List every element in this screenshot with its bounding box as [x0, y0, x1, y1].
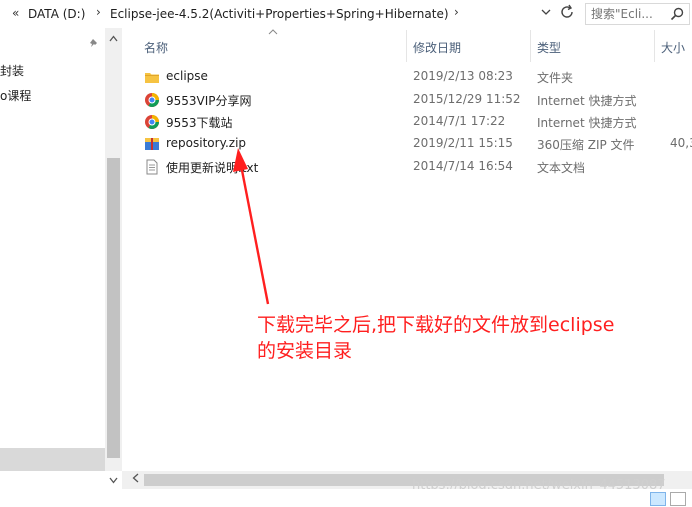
address-bar-row: « DATA (D:) › Eclipse-jee-4.5.2(Activiti…: [0, 0, 692, 28]
file-row[interactable]: repository.zip 2019/2/11 15:15 360压缩 ZIP…: [122, 133, 692, 155]
large-icons-view-icon[interactable]: [670, 492, 686, 506]
file-date: 2014/7/14 16:54: [413, 159, 513, 173]
internet-shortcut-icon: [144, 92, 160, 108]
search-icon[interactable]: [669, 6, 685, 22]
column-divider[interactable]: [406, 30, 407, 62]
file-date: 2019/2/11 15:15: [413, 136, 513, 150]
breadcrumb-chevron-icon[interactable]: ›: [454, 5, 459, 19]
scroll-left-icon[interactable]: [132, 473, 139, 486]
file-name: 9553VIP分享网: [166, 94, 252, 108]
file-row[interactable]: eclipse 2019/2/13 08:23 文件夹: [122, 66, 692, 88]
file-name: 使用更新说明.txt: [166, 161, 259, 175]
column-header-name[interactable]: 名称: [144, 39, 168, 56]
nav-scrollbar-thumb[interactable]: [107, 158, 120, 458]
annotation-text: 下载完毕之后,把下载好的文件放到eclipse 的安装目录: [257, 312, 687, 364]
file-row[interactable]: 9553下载站 2014/7/1 17:22 Internet 快捷方式: [122, 111, 692, 133]
breadcrumb-folder[interactable]: Eclipse-jee-4.5.2(Activiti+Properties+Sp…: [110, 7, 449, 21]
file-row[interactable]: 9553VIP分享网 2015/12/29 11:52 Internet 快捷方…: [122, 89, 692, 111]
navigation-pane: 封装 o课程: [0, 28, 105, 471]
file-type: 360压缩 ZIP 文件: [537, 138, 635, 152]
status-bar: [0, 489, 692, 507]
column-header-date[interactable]: 修改日期: [413, 39, 461, 56]
internet-shortcut-icon: [144, 114, 160, 130]
search-input[interactable]: [591, 7, 669, 21]
pin-icon[interactable]: [89, 38, 101, 53]
file-type: Internet 快捷方式: [537, 94, 637, 108]
file-type: Internet 快捷方式: [537, 116, 637, 130]
scroll-down-icon[interactable]: [109, 476, 118, 487]
refresh-icon[interactable]: [558, 4, 576, 22]
column-divider[interactable]: [654, 30, 655, 62]
nav-item[interactable]: o课程: [0, 87, 31, 104]
breadcrumb-overflow-icon[interactable]: «: [12, 6, 19, 20]
file-name: eclipse: [166, 69, 208, 83]
file-date: 2014/7/1 17:22: [413, 114, 506, 128]
file-row[interactable]: 使用更新说明.txt 2014/7/14 16:54 文本文档: [122, 156, 692, 178]
annotation-line: 下载完毕之后,把下载好的文件放到eclipse: [257, 314, 615, 336]
details-view-icon[interactable]: [650, 492, 666, 506]
zip-archive-icon: [144, 136, 160, 152]
file-type: 文件夹: [537, 71, 574, 85]
folder-icon: [144, 69, 160, 85]
column-divider[interactable]: [530, 30, 531, 62]
annotation-line: 的安装目录: [257, 340, 353, 362]
sort-ascending-icon: [268, 28, 278, 38]
scroll-up-icon[interactable]: [109, 34, 118, 45]
file-type: 文本文档: [537, 161, 586, 175]
breadcrumb-drive[interactable]: DATA (D:): [28, 7, 85, 21]
chevron-down-icon[interactable]: [538, 7, 554, 23]
file-size: 40,3: [670, 136, 692, 150]
file-date: 2019/2/13 08:23: [413, 69, 513, 83]
breadcrumb-chevron-icon[interactable]: ›: [96, 5, 101, 19]
search-box[interactable]: [585, 3, 690, 25]
nav-selected-item[interactable]: [0, 448, 105, 471]
text-file-icon: [144, 159, 160, 175]
address-bar[interactable]: « DATA (D:) › Eclipse-jee-4.5.2(Activiti…: [0, 2, 556, 26]
file-name: repository.zip: [166, 136, 247, 150]
column-header-size[interactable]: 大小: [661, 39, 685, 56]
file-name: 9553下载站: [166, 116, 233, 130]
file-date: 2015/12/29 11:52: [413, 92, 521, 106]
nav-scrollbar[interactable]: [105, 28, 122, 484]
nav-item[interactable]: 封装: [0, 62, 24, 79]
column-header-type[interactable]: 类型: [537, 39, 561, 56]
